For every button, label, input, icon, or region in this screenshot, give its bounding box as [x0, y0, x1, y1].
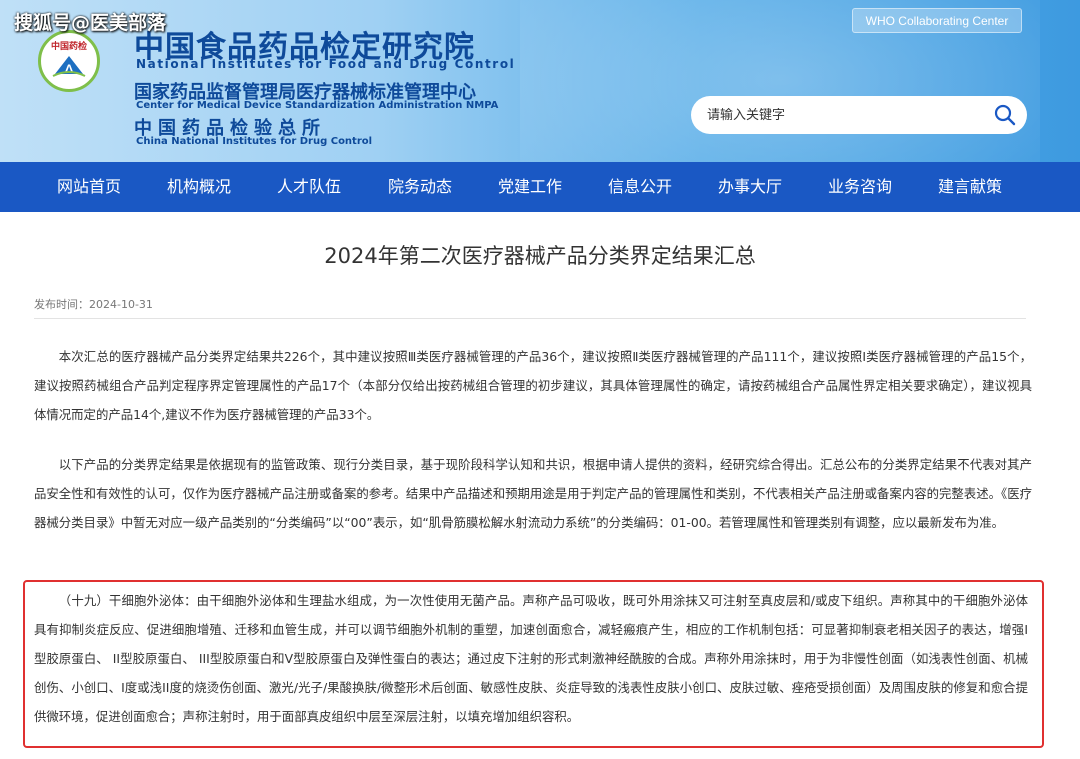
main-nav: 网站首页 机构概况 人才队伍 院务动态 党建工作 信息公开 办事大厅 业务咨询 …	[0, 162, 1080, 212]
search-input[interactable]	[707, 107, 977, 123]
nav-item-services[interactable]: 办事大厅	[718, 162, 782, 212]
logo-text: 中国药检	[50, 41, 87, 52]
article-paragraph-highlighted: （十九）干细胞外泌体：由干细胞外泌体和生理盐水组成，为一次性使用无菌产品。声称产…	[34, 593, 1028, 724]
logo-emblem-icon: Δ	[52, 55, 86, 77]
article-paragraph-disclaimer: 以下产品的分类界定结果是依据现有的监管政策、现行分类目录，基于现阶段科学认知和共…	[34, 457, 1032, 530]
search-icon[interactable]	[993, 103, 1017, 127]
watermark-text: 搜狐号@医美部落	[14, 12, 167, 34]
nav-item-home[interactable]: 网站首页	[57, 162, 121, 212]
title-divider	[34, 318, 1026, 319]
site-logo[interactable]: 中国药检 Δ	[38, 30, 100, 92]
svg-text:Δ: Δ	[65, 62, 74, 76]
org-name-en-primary: National Institutes for Food and Drug Co…	[136, 57, 516, 71]
nav-item-party[interactable]: 党建工作	[498, 162, 562, 212]
nav-item-consulting[interactable]: 业务咨询	[828, 162, 892, 212]
article-title: 2024年第二次医疗器械产品分类界定结果汇总	[324, 244, 756, 268]
nav-item-news[interactable]: 院务动态	[388, 162, 452, 212]
nav-item-suggestions[interactable]: 建言献策	[938, 162, 1002, 212]
nav-item-about[interactable]: 机构概况	[167, 162, 231, 212]
nav-item-talent[interactable]: 人才队伍	[277, 162, 341, 212]
publish-date: 发布时间：2024-10-31	[34, 298, 153, 311]
search-box	[691, 96, 1027, 134]
who-collaborating-center-button[interactable]: WHO Collaborating Center	[852, 8, 1022, 33]
article-paragraph-summary: 本次汇总的医疗器械产品分类界定结果共226个，其中建议按照Ⅲ类医疗器械管理的产品…	[34, 349, 1032, 422]
org-name-en-tertiary: China National Institutes for Drug Contr…	[136, 136, 373, 147]
nav-item-disclosure[interactable]: 信息公开	[608, 162, 672, 212]
org-name-en-secondary: Center for Medical Device Standardizatio…	[136, 100, 499, 111]
